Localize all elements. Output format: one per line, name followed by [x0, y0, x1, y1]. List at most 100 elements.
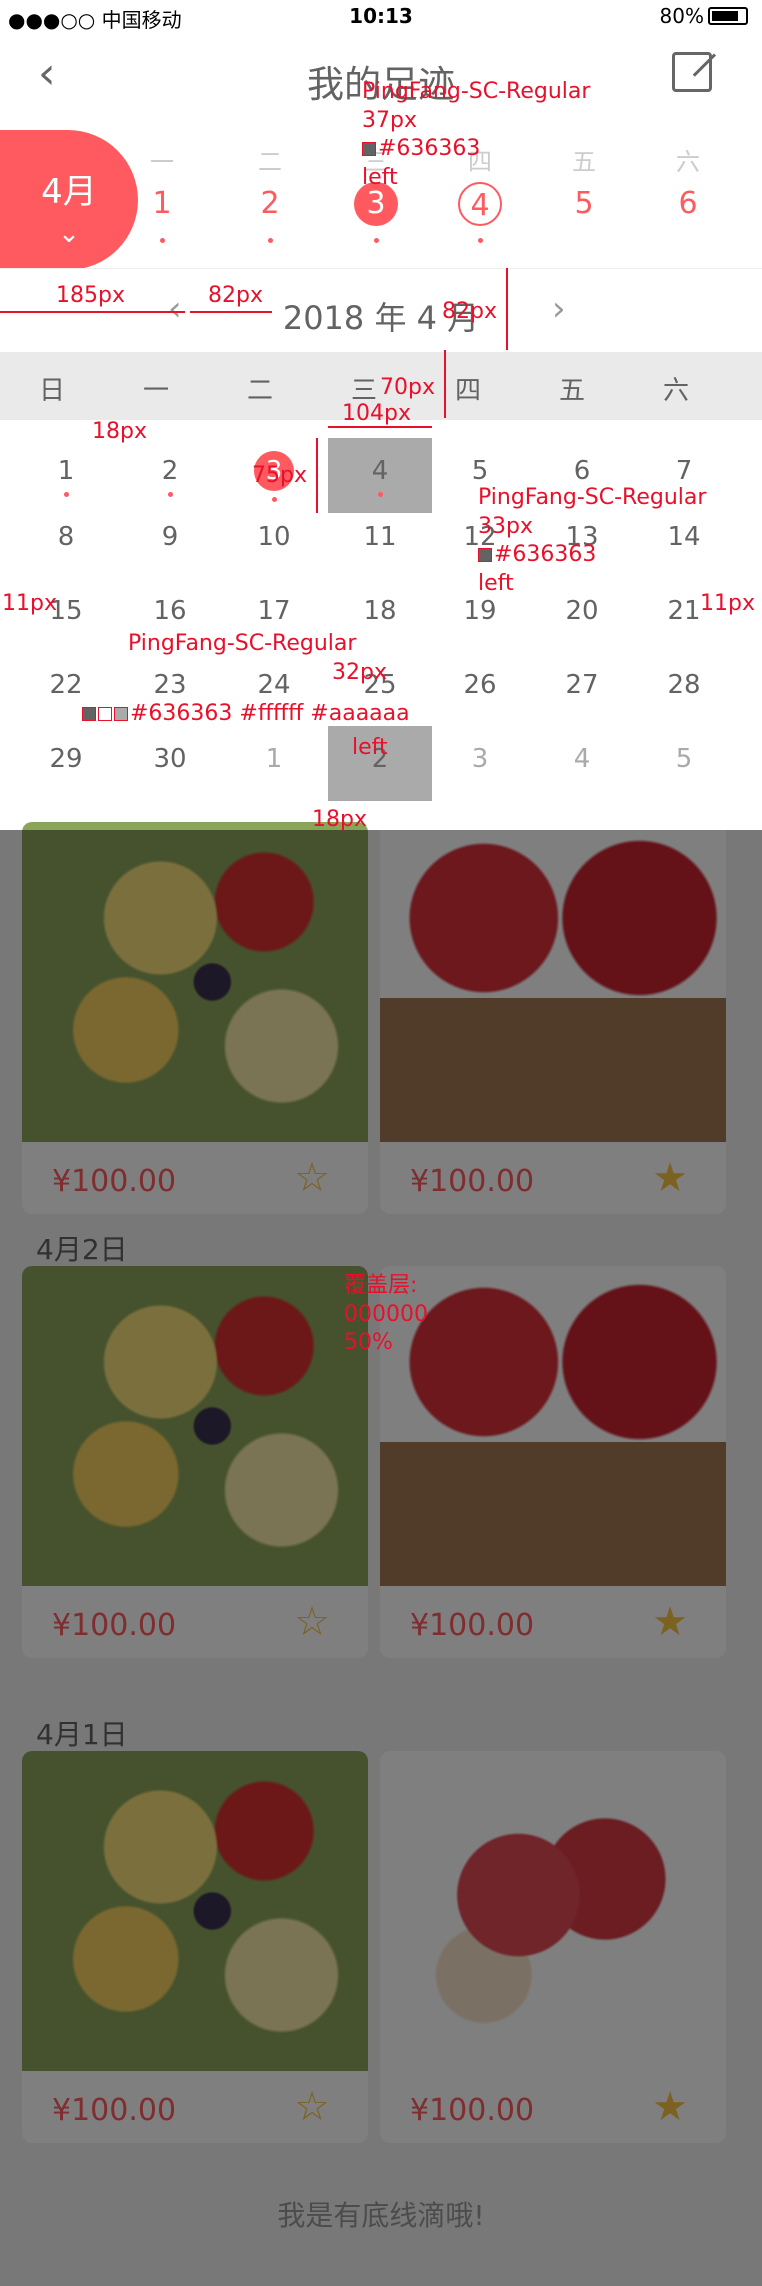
- calendar-day-number: 5: [675, 744, 693, 774]
- has-record-dot: [373, 238, 379, 243]
- calendar-day-cell[interactable]: 30: [118, 726, 222, 801]
- calendar-day-number: 11: [363, 522, 397, 552]
- calendar-day-cell[interactable]: 4: [530, 726, 634, 801]
- calendar-day-cell[interactable]: 1: [222, 726, 326, 801]
- has-record-dot: [267, 238, 273, 243]
- ann-dim-82a: 82px: [208, 283, 263, 308]
- weekday-header-cell: 五: [558, 376, 585, 406]
- chevron-down-icon: ⌄: [58, 219, 80, 249]
- calendar-day-number: 19: [463, 596, 497, 626]
- annotation-day-spec: PingFang-SC-Regular 32px: [128, 630, 387, 687]
- ann-overlay-label: 覆盖层:: [344, 1273, 418, 1298]
- ann-line: [328, 426, 432, 428]
- ann-line: [444, 350, 446, 418]
- weekday-label: 二: [258, 148, 282, 176]
- month-toggle-label: 4月: [41, 172, 97, 212]
- has-record-dot: [167, 492, 173, 497]
- calendar-day-cell[interactable]: 28: [632, 652, 736, 727]
- weekday-header-cell: 一: [142, 376, 169, 406]
- battery-icon: [708, 7, 748, 25]
- has-record-dot: [159, 238, 165, 243]
- ann-weekday-align: left: [478, 570, 514, 596]
- calendar-day-cell[interactable]: 29: [14, 726, 118, 801]
- ann-dim-75: 75px: [252, 463, 307, 488]
- calendar-day-number: 5: [471, 456, 489, 486]
- month-toggle-button[interactable]: 4月 ⌄: [0, 130, 138, 270]
- calendar-day-number: 20: [565, 596, 599, 626]
- calendar-day-number: 26: [463, 670, 497, 700]
- calendar-day-number: 18: [363, 596, 397, 626]
- week-day-2[interactable]: 二2: [235, 142, 305, 243]
- ann-day-align: left: [352, 735, 388, 760]
- annotation-title-spec: PingFang-SC-Regular 37px #636363 left: [362, 78, 590, 192]
- annotation-overlay-spec: 覆盖层: 000000 50%: [344, 1272, 428, 1358]
- has-record-dot: [477, 238, 483, 243]
- ann-dim-18b: 18px: [312, 807, 367, 832]
- calendar-day-number: 29: [49, 744, 83, 774]
- ann-dim-11a: 11px: [2, 591, 57, 616]
- week-day-1[interactable]: 一1: [127, 142, 197, 243]
- ann-title-align: left: [362, 164, 398, 190]
- ann-day-colors: #636363 #ffffff #aaaaaa: [82, 700, 410, 729]
- ann-title-font: PingFang-SC-Regular: [362, 79, 591, 104]
- calendar-day-number: 17: [257, 596, 291, 626]
- day-number: 6: [678, 186, 698, 221]
- calendar-day-number: 7: [675, 456, 693, 486]
- ann-title-color: #636363: [378, 136, 481, 162]
- ann-dim-70: 70px: [380, 375, 435, 400]
- calendar-day-number: 21: [667, 596, 701, 626]
- clock: 10:13: [349, 4, 413, 28]
- calendar-day-cell[interactable]: 11: [328, 504, 432, 579]
- dim-overlay[interactable]: [0, 830, 762, 2286]
- calendar-day-cell[interactable]: 27: [530, 652, 634, 727]
- calendar-day-number: 28: [667, 670, 701, 700]
- calendar-day-number: 4: [573, 744, 591, 774]
- ann-dim-11b: 11px: [700, 591, 755, 616]
- calendar-day-number: 8: [57, 522, 75, 552]
- weekday-label: 一: [150, 148, 174, 176]
- ann-line: [316, 438, 318, 513]
- calendar-day-cell[interactable]: 5: [632, 726, 736, 801]
- battery-percent: 80%: [659, 4, 704, 28]
- ann-line: [506, 268, 508, 350]
- ann-dim-18a: 18px: [92, 419, 147, 444]
- calendar-day-number: 22: [49, 670, 83, 700]
- calendar-day-number: 1: [57, 456, 75, 486]
- calendar-day-number: 2: [161, 456, 179, 486]
- chevron-right-icon[interactable]: ›: [552, 289, 566, 329]
- weekday-header-cell: 二: [246, 376, 273, 406]
- calendar-day-cell[interactable]: 8: [14, 504, 118, 579]
- weekday-header-cell: 日: [38, 376, 65, 406]
- ann-dim-185: 185px: [56, 283, 125, 308]
- weekday-header-cell: 六: [662, 376, 689, 406]
- ann-overlay-color: 000000: [344, 1301, 428, 1327]
- ann-weekday-font: PingFang-SC-Regular: [478, 485, 707, 510]
- calendar-day-cell[interactable]: 9: [118, 504, 222, 579]
- calendar-day-cell[interactable]: 4: [328, 438, 432, 513]
- ann-line: [190, 311, 272, 313]
- calendar-day-cell[interactable]: 26: [428, 652, 532, 727]
- has-record-dot: [271, 497, 277, 502]
- ann-line: [0, 311, 185, 313]
- day-number: 1: [152, 186, 172, 221]
- status-bar: ●●●○○ 中国移动 10:13 80%: [0, 0, 762, 32]
- calendar-day-cell[interactable]: 3: [428, 726, 532, 801]
- ann-weekday-color: #636363: [494, 542, 597, 568]
- weekday-label: 六: [676, 148, 700, 176]
- ann-dim-104: 104px: [342, 401, 411, 426]
- calendar-day-cell[interactable]: 1: [14, 438, 118, 513]
- calendar-day-number: 1: [265, 744, 283, 774]
- ann-weekday-size: 33px: [478, 513, 533, 539]
- calendar-day-number: 27: [565, 670, 599, 700]
- ann-day-size: 32px: [332, 659, 387, 685]
- calendar-day-cell[interactable]: 2: [118, 438, 222, 513]
- calendar-day-number: 3: [471, 744, 489, 774]
- calendar-day-cell[interactable]: 10: [222, 504, 326, 579]
- week-day-6[interactable]: 六6: [653, 142, 723, 226]
- battery-status: 80%: [660, 4, 748, 28]
- calendar-day-number: 4: [371, 456, 389, 486]
- edit-icon[interactable]: [672, 52, 712, 92]
- ann-day-colors-text: #636363 #ffffff #aaaaaa: [130, 701, 410, 726]
- ann-day-font: PingFang-SC-Regular: [128, 631, 357, 656]
- month-calendar-grid: 1 2 3 4 5 6 7 8 9 10 11 12 13 14 15 16 17 18 19 20 21 22 23 24 2…: [0, 420, 762, 830]
